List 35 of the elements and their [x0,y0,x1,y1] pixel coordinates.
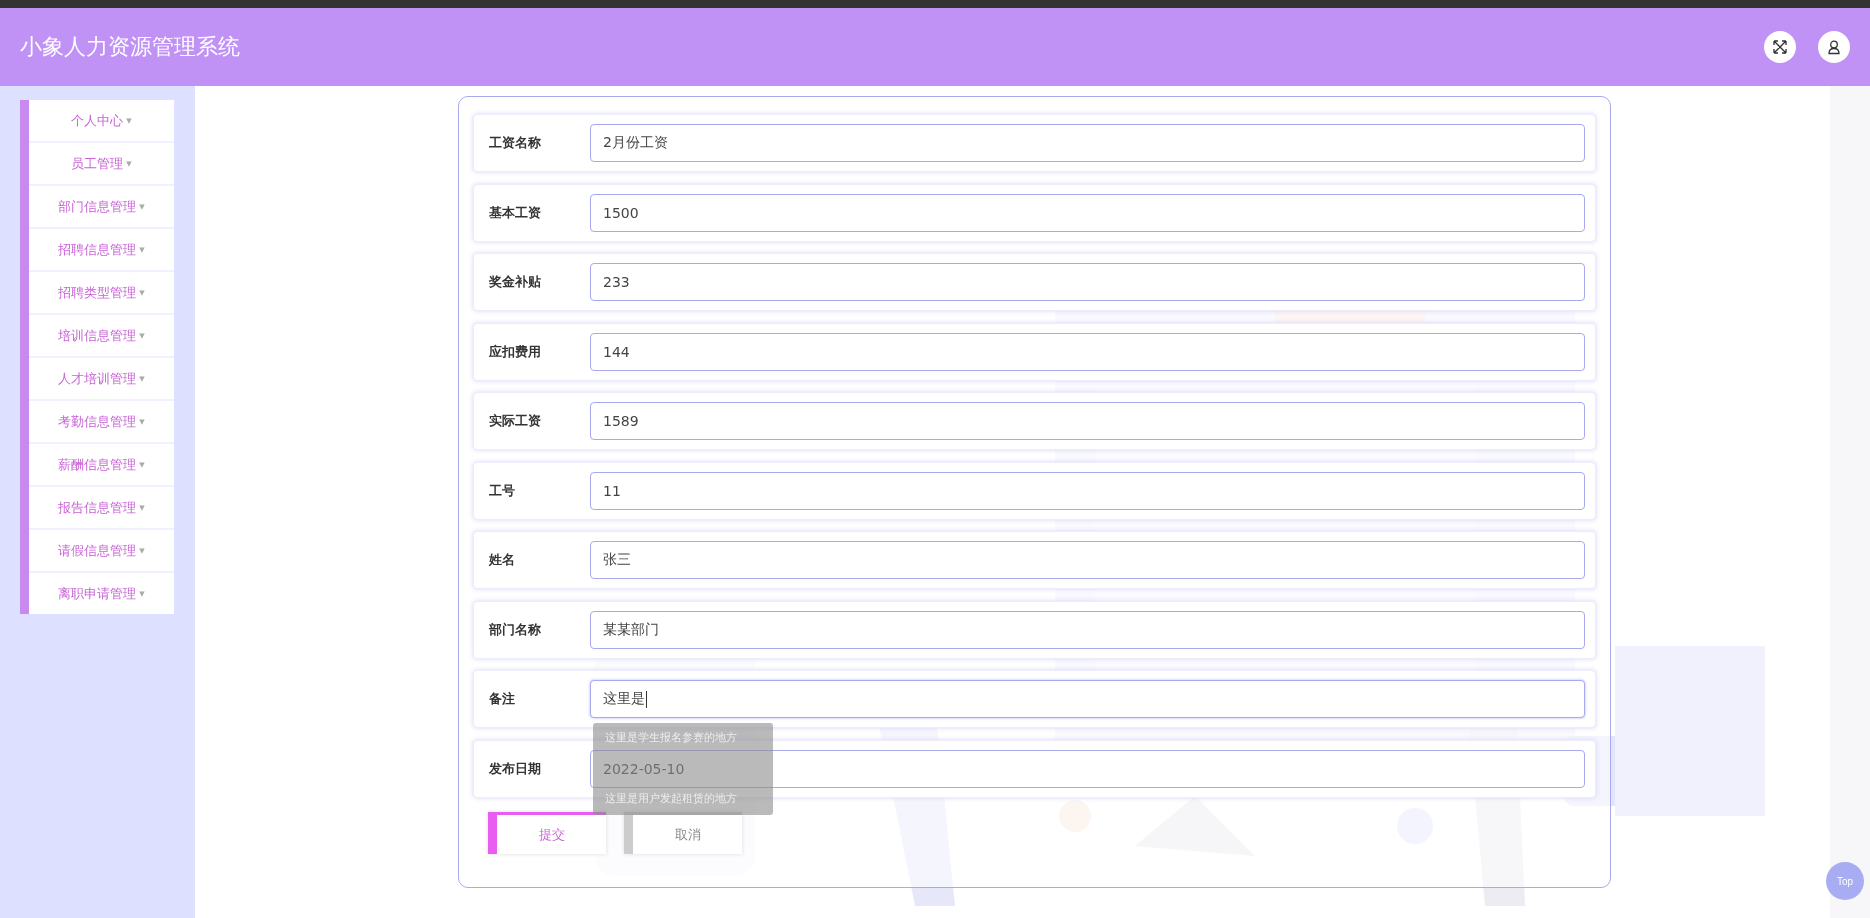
field-value: 233 [603,274,630,290]
cancel-button[interactable]: 取消 [624,812,742,854]
input-field[interactable]: 张三 [590,541,1585,579]
field-value: 1500 [603,204,639,221]
input-field[interactable]: 2022-05-10 [590,749,1585,788]
field-label: 应扣费用 [489,342,542,361]
field-label: 工号 [489,481,516,500]
input-field[interactable]: 11 [590,471,1585,510]
app-title: 小象人力资源管理系统 [20,33,240,61]
field-value: 11 [603,482,621,499]
fullscreen-icon[interactable] [1764,31,1796,63]
input-field[interactable]: 233 [590,263,1585,301]
input-field[interactable]: 这里是 [590,680,1585,718]
field-label: 备注 [489,690,516,708]
field-value: 这里是 [603,690,645,708]
field-value: 2022-05-10 [603,760,685,777]
input-field[interactable]: 1500 [590,193,1585,232]
field-value: 1589 [603,413,639,429]
field-value: 144 [603,343,630,360]
field-label: 发布日期 [489,759,542,778]
input-field[interactable]: 144 [590,332,1585,371]
field-label: 实际工资 [489,412,542,430]
field-label: 部门名称 [489,620,542,639]
submit-button[interactable]: 提交 [488,812,606,854]
input-field[interactable]: 1589 [590,402,1585,440]
input-field[interactable]: 某某部门 [590,610,1585,649]
field-label: 基本工资 [489,203,542,222]
field-value: 2月份工资 [603,134,668,152]
field-label: 奖金补贴 [489,273,542,291]
field-value: 张三 [603,551,631,569]
input-field[interactable]: 2月份工资 [590,124,1585,162]
user-icon[interactable] [1818,31,1850,63]
field-label: 工资名称 [489,134,542,152]
field-label: 姓名 [489,551,516,569]
field-value: 某某部门 [603,620,659,639]
